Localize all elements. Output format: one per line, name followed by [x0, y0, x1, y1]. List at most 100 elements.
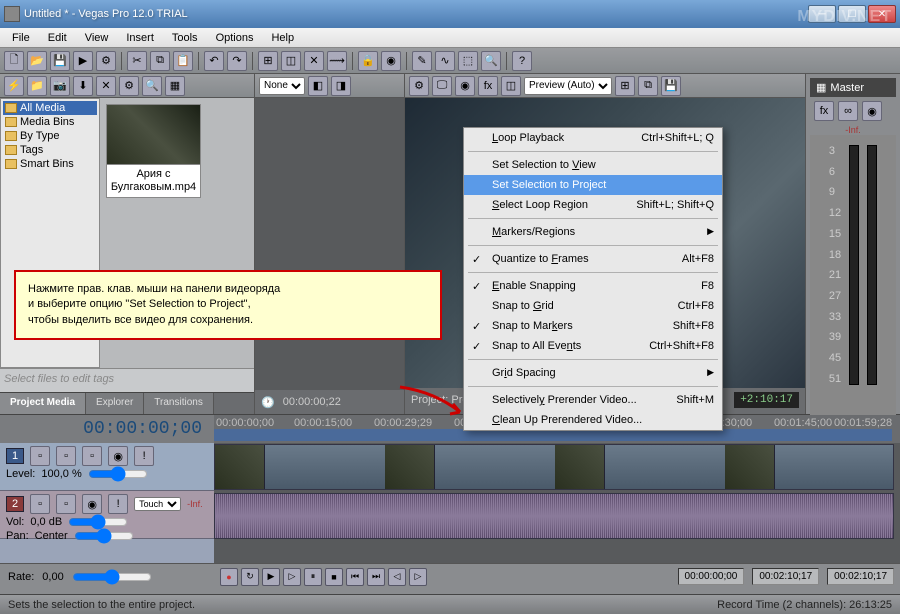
tree-smart-bins[interactable]: Smart Bins	[3, 157, 97, 171]
track-solo-icon[interactable]: !	[134, 446, 154, 466]
stop-button[interactable]: ■	[325, 568, 343, 586]
pv-props-icon[interactable]: ⚙	[409, 76, 429, 96]
cm-selectively-prerender[interactable]: Selectively Prerender Video...Shift+M	[464, 390, 722, 410]
pv-copy-icon[interactable]: ⧉	[638, 76, 658, 96]
render-icon[interactable]: ▶	[73, 51, 93, 71]
copy-icon[interactable]: ⧉	[150, 51, 170, 71]
redo-icon[interactable]: ↷	[227, 51, 247, 71]
cm-snap-markers[interactable]: ✓Snap to MarkersShift+F8	[464, 316, 722, 336]
cm-set-selection-view[interactable]: Set Selection to View	[464, 155, 722, 175]
zoom-icon[interactable]: 🔍	[481, 51, 501, 71]
time-sel-length[interactable]: 00:02:10;17	[827, 568, 894, 585]
cm-snap-all-events[interactable]: ✓Snap to All EventsCtrl+Shift+F8	[464, 336, 722, 356]
cm-snap-grid[interactable]: Snap to GridCtrl+F8	[464, 296, 722, 316]
autoripple-icon[interactable]: ⟿	[327, 51, 347, 71]
prev-frame-button[interactable]: ◁	[388, 568, 406, 586]
save-icon[interactable]: 💾	[50, 51, 70, 71]
properties-icon[interactable]: ⚙	[96, 51, 116, 71]
open-icon[interactable]: 📂	[27, 51, 47, 71]
loop-button[interactable]: ↻	[241, 568, 259, 586]
select-icon[interactable]: ⬚	[458, 51, 478, 71]
trimmer-btn1-icon[interactable]: ◧	[308, 76, 328, 96]
cm-grid-spacing[interactable]: Grid Spacing▶	[464, 363, 722, 383]
audio-vol-slider[interactable]	[68, 517, 128, 527]
master-collapse-icon[interactable]: ▦	[816, 81, 826, 94]
audio-pan-slider[interactable]	[74, 531, 134, 541]
pv-overlay-icon[interactable]: ◉	[455, 76, 475, 96]
audio-automation-dropdown[interactable]: Touch	[134, 497, 181, 511]
menu-file[interactable]: File	[4, 30, 38, 46]
cm-select-loop-region[interactable]: Select Loop RegionShift+L; Shift+Q	[464, 195, 722, 215]
help-icon[interactable]: ?	[512, 51, 532, 71]
record-button[interactable]: ●	[220, 568, 238, 586]
timeline-clips-area[interactable]	[214, 443, 900, 563]
pause-button[interactable]: ⏸	[304, 568, 322, 586]
tab-project-media[interactable]: Project Media	[0, 393, 86, 414]
cm-enable-snapping[interactable]: ✓Enable SnappingF8	[464, 276, 722, 296]
tag-editor[interactable]: Select files to edit tags	[0, 368, 254, 392]
audio-solo-icon[interactable]: !	[108, 494, 128, 514]
new-icon[interactable]: 🗋	[4, 51, 24, 71]
pv-fx-icon[interactable]: fx	[478, 76, 498, 96]
edit-mode-icon[interactable]: ✎	[412, 51, 432, 71]
trimmer-btn2-icon[interactable]: ◨	[331, 76, 351, 96]
trimmer-body[interactable]	[255, 98, 404, 390]
time-sel-end[interactable]: 00:02:10;17	[752, 568, 819, 585]
pv-overlay2-icon[interactable]: ⊞	[615, 76, 635, 96]
media-item[interactable]: Ария с Булгаковым.mp4	[106, 104, 201, 198]
tree-by-type[interactable]: By Type	[3, 129, 97, 143]
tree-media-bins[interactable]: Media Bins	[3, 115, 97, 129]
pv-save-icon[interactable]: 💾	[661, 76, 681, 96]
media-props-icon[interactable]: ⚙	[119, 76, 139, 96]
remove-icon[interactable]: ✕	[96, 76, 116, 96]
crossfade-icon[interactable]: ✕	[304, 51, 324, 71]
audio-fx-icon[interactable]: ▫	[30, 494, 50, 514]
menu-view[interactable]: View	[77, 30, 117, 46]
undo-icon[interactable]: ↶	[204, 51, 224, 71]
track-motion-icon[interactable]: ▫	[82, 446, 102, 466]
trimmer-dropdown[interactable]: None	[259, 77, 305, 95]
timeline-cursor-time[interactable]: 00:00:00;00	[0, 419, 214, 439]
master-dim-icon[interactable]: ◉	[862, 101, 882, 121]
tab-transitions[interactable]: Transitions	[144, 393, 214, 414]
audio-inv-icon[interactable]: ▫	[56, 494, 76, 514]
ignore-icon[interactable]: ◉	[381, 51, 401, 71]
lock-icon[interactable]: 🔒	[358, 51, 378, 71]
tab-explorer[interactable]: Explorer	[86, 393, 144, 414]
play-start-button[interactable]: ▶	[262, 568, 280, 586]
pv-split-icon[interactable]: ◫	[501, 76, 521, 96]
cut-icon[interactable]: ✂	[127, 51, 147, 71]
track-mute-icon[interactable]: ◉	[108, 446, 128, 466]
import-icon[interactable]: ⚡	[4, 76, 24, 96]
cm-markers-regions[interactable]: Markers/Regions▶	[464, 222, 722, 242]
master-mute-icon[interactable]: ∞	[838, 101, 858, 121]
preview-quality-dropdown[interactable]: Preview (Auto)	[524, 77, 612, 95]
media-folder-icon[interactable]: 📁	[27, 76, 47, 96]
time-sel-start[interactable]: 00:00:00;00	[678, 568, 745, 585]
menu-help[interactable]: Help	[263, 30, 302, 46]
cm-set-selection-project[interactable]: Set Selection to Project	[464, 175, 722, 195]
tree-all-media[interactable]: All Media	[3, 101, 97, 115]
media-views-icon[interactable]: ▦	[165, 76, 185, 96]
next-frame-button[interactable]: ▷	[409, 568, 427, 586]
cm-quantize-frames[interactable]: ✓Quantize to FramesAlt+F8	[464, 249, 722, 269]
tree-tags[interactable]: Tags	[3, 143, 97, 157]
track-comp-icon[interactable]: ▫	[56, 446, 76, 466]
master-fx-icon[interactable]: fx	[814, 101, 834, 121]
audio-track-header[interactable]: 2 ▫ ▫ ◉ ! Touch -Inf. Vol:0,0 dB Pan:Cen…	[0, 491, 214, 539]
cm-cleanup-prerendered[interactable]: Clean Up Prerendered Video...	[464, 410, 722, 430]
getmedia-icon[interactable]: ⬇	[73, 76, 93, 96]
video-track-header[interactable]: 1 ▫ ▫ ▫ ◉ ! Level:100,0 %	[0, 443, 214, 491]
rate-slider[interactable]	[72, 569, 152, 585]
go-end-button[interactable]: ⏭	[367, 568, 385, 586]
audio-mute-icon[interactable]: ◉	[82, 494, 102, 514]
ripple-icon[interactable]: ◫	[281, 51, 301, 71]
menu-edit[interactable]: Edit	[40, 30, 75, 46]
snap-icon[interactable]: ⊞	[258, 51, 278, 71]
video-clip[interactable]	[214, 444, 894, 490]
track-fx-icon[interactable]: ▫	[30, 446, 50, 466]
menu-options[interactable]: Options	[208, 30, 262, 46]
go-start-button[interactable]: ⏮	[346, 568, 364, 586]
play-button[interactable]: ▷	[283, 568, 301, 586]
envelope-icon[interactable]: ∿	[435, 51, 455, 71]
